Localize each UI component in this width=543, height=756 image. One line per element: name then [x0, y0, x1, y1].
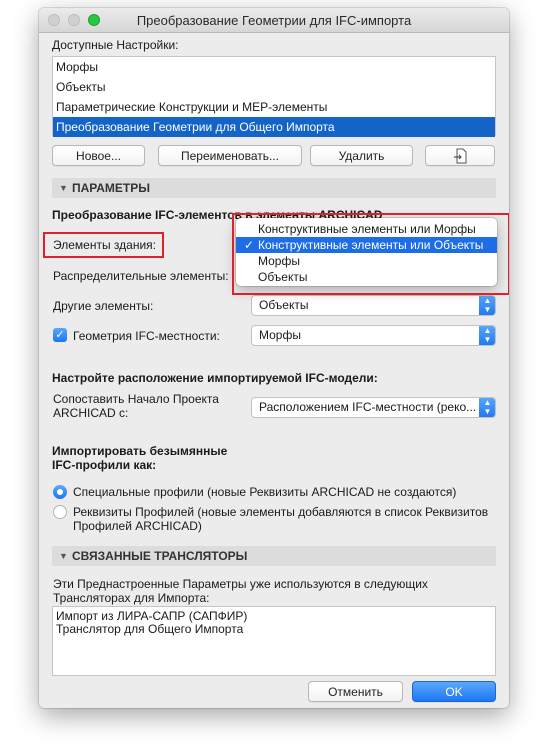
- special-profiles-label: Специальные профили (новые Реквизиты ARC…: [73, 485, 457, 499]
- match-origin-label-line1: Сопоставить Начало Проекта: [53, 392, 219, 406]
- title-bar: Преобразование Геометрии для IFC-импорта: [39, 8, 509, 33]
- site-geometry-checkbox[interactable]: ✓: [53, 328, 67, 342]
- profile-attributes-radio[interactable]: [53, 505, 67, 519]
- ok-button[interactable]: OK: [412, 681, 496, 702]
- cancel-button[interactable]: Отменить: [308, 681, 403, 702]
- translators-desc-line2: Трансляторах для Импорта:: [53, 591, 210, 605]
- settings-list[interactable]: Морфы Объекты Параметрические Конструкци…: [52, 56, 496, 137]
- special-profiles-radio[interactable]: [53, 485, 67, 499]
- list-item[interactable]: Объекты: [53, 77, 495, 97]
- available-settings-label: Доступные Настройки:: [52, 38, 179, 52]
- disclosure-triangle-icon: ▼: [59, 183, 68, 193]
- profile-attributes-label-line2: Профилей ARCHICAD): [73, 519, 202, 533]
- translators-section-header[interactable]: ▼ СВЯЗАННЫЕ ТРАНСЛЯТОРЫ: [52, 546, 496, 566]
- chevron-updown-icon: ▲ ▼: [479, 398, 495, 417]
- delete-button[interactable]: Удалить: [310, 145, 413, 166]
- list-item[interactable]: Параметрические Конструкции и МЕР-элемен…: [53, 97, 495, 117]
- distribution-elements-label: Распределительные элементы:: [53, 269, 229, 283]
- profile-attributes-label-line1: Реквизиты Профилей (новые элементы добав…: [73, 505, 489, 519]
- placement-heading: Настройте расположение импортируемой IFC…: [52, 371, 378, 385]
- translators-desc-line1: Эти Преднастроенные Параметры уже исполь…: [53, 577, 428, 591]
- other-elements-select[interactable]: Объекты ▲ ▼: [251, 295, 496, 316]
- chevron-updown-icon: ▲ ▼: [479, 296, 495, 315]
- highlight-box-label: [43, 232, 164, 258]
- window-title: Преобразование Геометрии для IFC-импорта: [136, 13, 412, 28]
- list-item-selected[interactable]: Преобразование Геометрии для Общего Импо…: [53, 117, 495, 137]
- unnamed-profiles-heading-line2: IFC-профили как:: [52, 458, 157, 472]
- highlight-box-dropdown: [232, 213, 509, 295]
- unnamed-profiles-heading-line1: Импортировать безымянные: [52, 444, 228, 458]
- match-origin-label-line2: ARCHICAD с:: [53, 406, 129, 420]
- site-geometry-select[interactable]: Морфы ▲ ▼: [251, 325, 496, 346]
- match-origin-select[interactable]: Расположением IFC-местности (реко... ▲ ▼: [251, 397, 496, 418]
- site-geometry-label: Геометрия IFC-местности:: [73, 329, 220, 343]
- import-settings-button[interactable]: [425, 145, 495, 166]
- rename-button[interactable]: Переименовать...: [158, 145, 302, 166]
- list-item: Транслятор для Общего Импорта: [56, 622, 244, 636]
- disclosure-triangle-icon: ▼: [59, 551, 68, 561]
- parameters-section-header[interactable]: ▼ ПАРАМЕТРЫ: [52, 178, 496, 198]
- chevron-updown-icon: ▲ ▼: [479, 326, 495, 345]
- new-button[interactable]: Новое...: [52, 145, 145, 166]
- list-item[interactable]: Морфы: [53, 57, 495, 77]
- import-file-icon: [454, 148, 467, 164]
- translators-list[interactable]: Импорт из ЛИРА-САПР (САПФИР) Транслятор …: [52, 606, 496, 676]
- other-elements-label: Другие элементы:: [53, 299, 154, 313]
- dialog-window: Преобразование Геометрии для IFC-импорта…: [39, 8, 509, 708]
